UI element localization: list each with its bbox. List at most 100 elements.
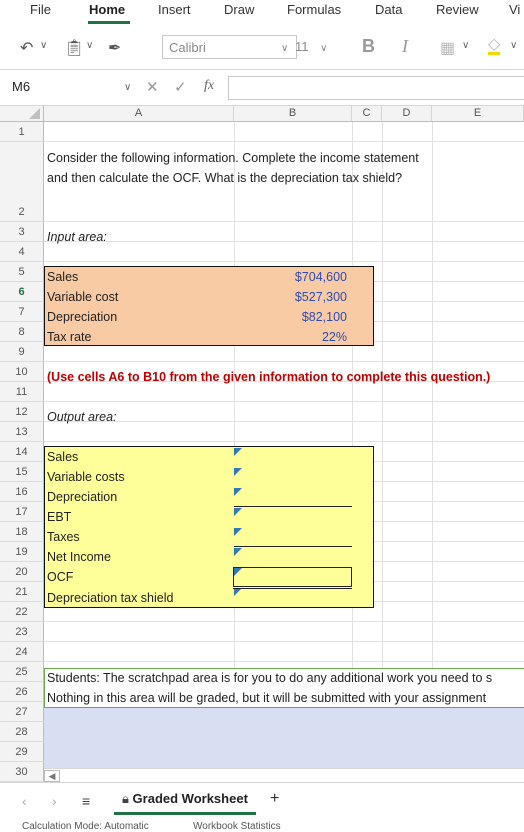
row-header[interactable]: 17 (0, 502, 44, 522)
tax-shield-answer-cell[interactable] (233, 588, 352, 607)
output-label-depreciation-tax-shield[interactable]: Depreciation tax shield (47, 591, 173, 605)
row-header[interactable]: 4 (0, 242, 44, 262)
output-label-net-income[interactable]: Net Income (47, 550, 111, 564)
instruction-text: (Use cells A6 to B10 from the given info… (47, 370, 491, 384)
col-header-d[interactable]: D (382, 106, 432, 122)
row-header[interactable]: 9 (0, 342, 44, 362)
row-header[interactable]: 29 (0, 742, 44, 762)
row-header[interactable]: 13 (0, 422, 44, 442)
all-sheets-menu-icon[interactable]: ≡ (82, 793, 90, 809)
scroll-left-icon[interactable]: ◀ (44, 770, 60, 782)
row-header[interactable]: 1 (0, 122, 44, 142)
row-header[interactable]: 5 (0, 262, 44, 282)
row-header[interactable]: 16 (0, 482, 44, 502)
tab-review[interactable]: Review (436, 2, 479, 17)
tab-view[interactable]: Vi (509, 2, 520, 17)
input-label-depreciation[interactable]: Depreciation (47, 310, 117, 324)
grid-line (44, 261, 524, 262)
row-header[interactable]: 20 (0, 562, 44, 582)
row-header[interactable]: 8 (0, 322, 44, 342)
output-label-depreciation[interactable]: Depreciation (47, 490, 117, 504)
row-header[interactable]: 24 (0, 642, 44, 662)
italic-button[interactable]: I (402, 36, 408, 57)
output-label-ocf[interactable]: OCF (47, 570, 73, 584)
input-value-tax-rate[interactable]: 22% (247, 330, 347, 344)
workbook-statistics[interactable]: Workbook Statistics (193, 821, 281, 832)
tab-data[interactable]: Data (375, 2, 402, 17)
horizontal-scrollbar[interactable]: ◀ (44, 768, 524, 782)
select-all-corner[interactable] (0, 106, 44, 122)
input-label-tax-rate[interactable]: Tax rate (47, 330, 91, 344)
sheet-tab-graded-worksheet[interactable]: 🔒︎ Graded Worksheet (114, 783, 256, 815)
col-header-a[interactable]: A (44, 106, 234, 122)
insert-function-icon[interactable]: fx (204, 78, 214, 94)
tab-home[interactable]: Home (89, 2, 125, 17)
row-header[interactable]: 22 (0, 602, 44, 622)
tab-insert[interactable]: Insert (158, 2, 191, 17)
select-all-triangle-icon (29, 108, 40, 119)
cancel-icon[interactable]: ✕ (146, 78, 159, 96)
output-label-taxes[interactable]: Taxes (47, 530, 80, 544)
subtotal-underline (234, 546, 352, 547)
row-header[interactable]: 18 (0, 522, 44, 542)
output-label-sales[interactable]: Sales (47, 450, 78, 464)
formula-input[interactable] (228, 76, 524, 100)
row-header[interactable]: 14 (0, 442, 44, 462)
add-sheet-button[interactable]: + (270, 790, 279, 808)
row-header[interactable]: 25 (0, 662, 44, 682)
row-header[interactable]: 28 (0, 722, 44, 742)
name-box[interactable]: M6 (6, 78, 138, 98)
next-sheet-icon[interactable]: › (52, 793, 57, 809)
undo-dropdown-chevron-icon[interactable]: ∨ (40, 40, 47, 51)
row-header[interactable]: 7 (0, 302, 44, 322)
row-header[interactable]: 11 (0, 382, 44, 402)
row-header[interactable]: 10 (0, 362, 44, 382)
borders-dropdown-chevron-icon[interactable]: ∨ (462, 40, 469, 51)
bold-button[interactable]: B (362, 36, 375, 57)
row-header[interactable]: 19 (0, 542, 44, 562)
row-header[interactable]: 6 (0, 282, 44, 302)
output-label-variable-costs[interactable]: Variable costs (47, 470, 125, 484)
row-header[interactable]: 27 (0, 702, 44, 722)
row-header[interactable]: 30 (0, 762, 44, 782)
row-header[interactable]: 12 (0, 402, 44, 422)
row-header[interactable]: 21 (0, 582, 44, 602)
row-header[interactable]: 15 (0, 462, 44, 482)
fill-color-icon[interactable]: ◇ (488, 37, 501, 55)
row-header[interactable]: 2 (0, 142, 44, 222)
tab-draw[interactable]: Draw (224, 2, 254, 17)
input-label-sales[interactable]: Sales (47, 270, 78, 284)
col-header-c[interactable]: C (352, 106, 382, 122)
col-header-e[interactable]: E (432, 106, 524, 122)
output-label-ebt[interactable]: EBT (47, 510, 71, 524)
comment-indicator-icon (234, 528, 242, 536)
row-header[interactable]: 3 (0, 222, 44, 242)
calculation-mode[interactable]: Calculation Mode: Automatic (22, 821, 149, 832)
fill-color-dropdown-chevron-icon[interactable]: ∨ (510, 40, 517, 51)
comment-indicator-icon (234, 548, 242, 556)
scratchpad-area[interactable] (44, 708, 524, 768)
ocf-answer-cell[interactable] (233, 567, 352, 587)
input-value-variable-cost[interactable]: $527,300 (247, 290, 347, 304)
format-painter-icon[interactable]: ✒︎ (108, 38, 121, 58)
tab-formulas[interactable]: Formulas (287, 2, 341, 17)
enter-check-icon[interactable]: ✓ (174, 78, 187, 96)
spreadsheet-grid[interactable]: A B C D E 1 2 3 4 5 6 7 8 9 10 11 12 13 14 15 16 17 18 19 2… (0, 106, 524, 782)
undo-icon[interactable]: ↶ (20, 38, 33, 58)
row-header[interactable]: 26 (0, 682, 44, 702)
output-area-label: Output area: (47, 410, 117, 424)
name-box-chevron-icon[interactable]: ∨ (124, 82, 131, 93)
font-size-box[interactable]: ∨ 11 ∨ (277, 35, 345, 59)
borders-icon[interactable]: ▦ (440, 38, 455, 58)
input-value-sales[interactable]: $704,600 (247, 270, 347, 284)
tab-file[interactable]: File (30, 2, 51, 17)
scratchpad-note-line1: Students: The scratchpad area is for you… (47, 671, 493, 685)
col-header-b[interactable]: B (234, 106, 352, 122)
paste-icon[interactable]: 📋︎ (64, 38, 84, 58)
input-label-variable-cost[interactable]: Variable cost (47, 290, 118, 304)
prev-sheet-icon[interactable]: ‹ (22, 793, 27, 809)
paste-dropdown-chevron-icon[interactable]: ∨ (86, 40, 93, 51)
grid-line (44, 641, 524, 642)
row-header[interactable]: 23 (0, 622, 44, 642)
input-value-depreciation[interactable]: $82,100 (247, 310, 347, 324)
